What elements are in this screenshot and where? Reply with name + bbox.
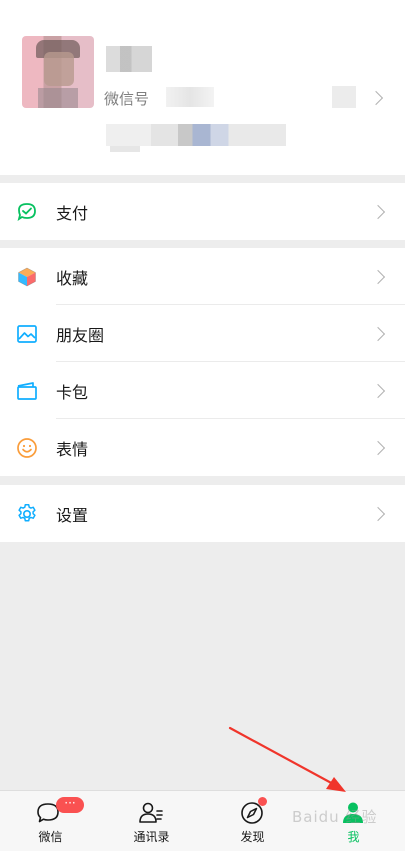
menu-group-main: 收藏 朋友圈 卡包 表情 xyxy=(0,248,405,476)
chevron-right-icon xyxy=(370,440,386,456)
chevron-right-icon xyxy=(368,90,384,106)
menu-item-label: 朋友圈 xyxy=(56,326,105,345)
wechat-id-label: 微信号 xyxy=(104,90,150,108)
tab-chats[interactable]: ··· 微信 xyxy=(0,791,101,851)
avatar-blur xyxy=(44,52,74,86)
discover-notification-dot xyxy=(258,797,267,806)
watermark: Baidu 经验 xyxy=(292,808,378,826)
favorites-icon xyxy=(18,267,36,287)
tab-discover[interactable]: 发现 xyxy=(202,791,303,851)
settings-icon xyxy=(18,504,36,522)
moments-icon xyxy=(17,325,37,343)
card-wallet-icon xyxy=(17,382,37,400)
chevron-right-icon xyxy=(370,506,386,522)
avatar[interactable] xyxy=(22,36,94,108)
menu-item-label: 卡包 xyxy=(56,383,89,402)
menu-group-pay: 支付 xyxy=(0,183,405,240)
menu-item-settings[interactable]: 设置 xyxy=(0,485,405,542)
tab-label: 通讯录 xyxy=(133,830,170,844)
chevron-right-icon xyxy=(370,383,386,399)
status-pixelated xyxy=(110,146,140,152)
qr-code-icon[interactable] xyxy=(332,86,356,108)
sticker-icon xyxy=(17,438,37,458)
chevron-right-icon xyxy=(370,204,386,220)
nickname-pixelated xyxy=(106,46,152,72)
avatar-blur xyxy=(38,88,78,108)
tab-label: 发现 xyxy=(240,830,265,844)
pay-icon xyxy=(17,203,36,222)
wechat-id-pixelated xyxy=(166,87,214,107)
tab-label: 我 xyxy=(347,830,360,844)
menu-item-moments[interactable]: 朋友圈 xyxy=(0,305,405,362)
chevron-right-icon xyxy=(370,269,386,285)
menu-item-label: 设置 xyxy=(56,506,89,525)
chevron-right-icon xyxy=(370,326,386,342)
tab-contacts[interactable]: 通讯录 xyxy=(101,791,202,851)
contacts-icon xyxy=(139,802,163,823)
unread-badge: ··· xyxy=(56,797,84,813)
menu-item-label: 支付 xyxy=(56,204,89,223)
menu-item-favorites[interactable]: 收藏 xyxy=(0,248,405,305)
menu-item-pay[interactable]: 支付 xyxy=(0,183,405,240)
profile-header[interactable]: 微信号 xyxy=(0,0,405,175)
status-pixelated xyxy=(106,124,286,146)
menu-item-card-wallet[interactable]: 卡包 xyxy=(0,362,405,419)
menu-item-label: 收藏 xyxy=(56,269,89,288)
menu-item-stickers[interactable]: 表情 xyxy=(0,419,405,476)
tab-label: 微信 xyxy=(38,830,63,844)
menu-item-label: 表情 xyxy=(56,440,89,459)
menu-group-settings: 设置 xyxy=(0,485,405,542)
